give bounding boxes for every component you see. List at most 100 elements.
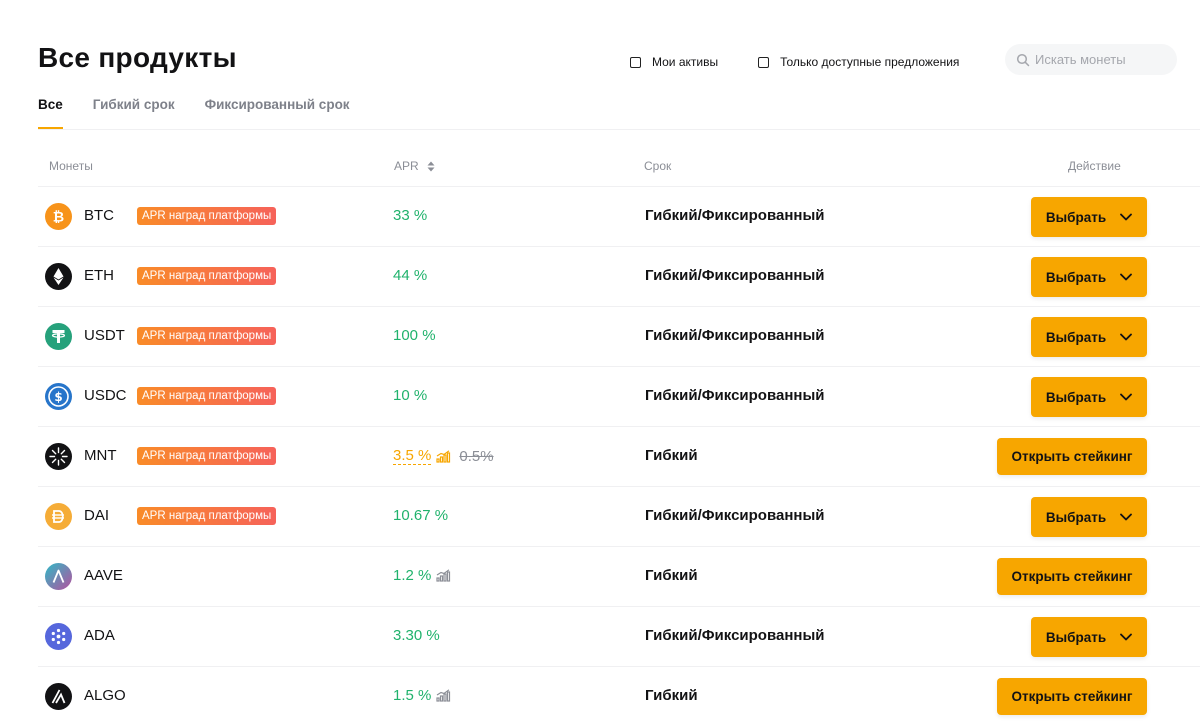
- trend-chart-icon[interactable]: [431, 449, 451, 463]
- term-value: Гибкий/Фиксированный: [645, 207, 825, 224]
- apr-cell: 1.5 %: [393, 687, 451, 704]
- select-button[interactable]: Выбрать: [1031, 377, 1147, 417]
- chevron-down-icon: [1120, 333, 1133, 341]
- coin-name: DAI: [84, 507, 110, 524]
- select-button[interactable]: Выбрать: [1031, 257, 1147, 297]
- table-header: Монеты APR Срок Действие: [0, 155, 1200, 177]
- eth-icon: [45, 263, 72, 290]
- apr-cell: 3.5 % 0.5%: [393, 447, 494, 465]
- term-value: Гибкий/Фиксированный: [645, 267, 825, 284]
- chevron-down-icon: [1120, 513, 1133, 521]
- select-button-label: Выбрать: [1045, 509, 1107, 525]
- mnt-icon: [45, 443, 72, 470]
- chevron-down-icon: [1120, 393, 1133, 401]
- coin-name: MNT: [84, 447, 117, 464]
- open-staking-button[interactable]: Открыть стейкинг: [997, 558, 1147, 595]
- filter-my-assets[interactable]: Мои активы: [630, 55, 718, 69]
- svg-text:$: $: [54, 390, 62, 404]
- page-title: Все продукты: [38, 42, 237, 73]
- select-button[interactable]: Выбрать: [1031, 317, 1147, 357]
- apr-value: 44 %: [393, 267, 428, 284]
- coin-name: ALGO: [84, 687, 126, 704]
- platform-apr-badge: APR наград платформы: [137, 387, 277, 405]
- tab-all[interactable]: Все: [38, 97, 63, 129]
- header-action: Действие: [1068, 159, 1121, 173]
- select-button-label: Выбрать: [1045, 629, 1107, 645]
- btc-icon: ₿: [45, 203, 72, 230]
- chevron-down-icon: [1120, 633, 1133, 641]
- term-value: Гибкий: [645, 687, 698, 704]
- term-value: Гибкий/Фиксированный: [645, 627, 825, 644]
- svg-text:₿: ₿: [53, 210, 64, 226]
- apr-cell: 33 %: [393, 207, 427, 224]
- search-input[interactable]: [1035, 52, 1175, 67]
- platform-apr-badge: APR наград платформы: [137, 327, 277, 345]
- filter-available-offers-label: Только доступные предложения: [780, 55, 960, 69]
- filters: Мои активы Только доступные предложения: [630, 46, 959, 78]
- term-value: Гибкий/Фиксированный: [645, 507, 825, 524]
- term-value: Гибкий: [645, 567, 698, 584]
- algo-icon: [45, 683, 72, 710]
- select-button-label: Выбрать: [1045, 389, 1107, 405]
- apr-cell: 44 %: [393, 267, 427, 284]
- filter-available-offers[interactable]: Только доступные предложения: [758, 55, 959, 69]
- apr-value: 100 %: [393, 327, 436, 344]
- platform-apr-badge: APR наград платформы: [137, 507, 277, 525]
- term-value: Гибкий: [645, 447, 698, 464]
- filter-my-assets-label: Мои активы: [652, 55, 719, 69]
- select-button[interactable]: Выбрать: [1031, 497, 1147, 537]
- coin-name: BTC: [84, 207, 114, 224]
- header-coins: Монеты: [49, 159, 93, 173]
- dai-icon: [45, 503, 72, 530]
- apr-value: 10 %: [393, 387, 428, 404]
- table-row: AAVE 1.2 % Гибкий Открыть стейкинг: [38, 546, 1200, 606]
- select-button-label: Выбрать: [1045, 329, 1107, 345]
- open-staking-button[interactable]: Открыть стейкинг: [997, 438, 1147, 475]
- table-row: DAI APR наград платформы 10.67 % Гибкий/Фик…: [38, 486, 1200, 546]
- header-apr[interactable]: APR: [394, 159, 435, 173]
- select-button[interactable]: Выбрать: [1031, 617, 1147, 657]
- table-row: ETH APR наград платформы 44 % Гибкий/Фиксир…: [38, 246, 1200, 306]
- usdc-icon: $: [45, 383, 72, 410]
- trend-chart-icon[interactable]: [431, 689, 451, 702]
- term-value: Гибкий/Фиксированный: [645, 387, 825, 404]
- header-apr-label: APR: [394, 159, 419, 173]
- products-table: ₿ BTC APR наград платформы 33 % Гибкий/Фикси…: [38, 186, 1200, 726]
- apr-value: 1.5 %: [393, 687, 432, 704]
- open-staking-button[interactable]: Открыть стейкинг: [997, 678, 1147, 715]
- coin-name: USDC: [84, 387, 127, 404]
- apr-cell: 10 %: [393, 387, 427, 404]
- table-row: ₿ BTC APR наград платформы 33 % Гибкий/Фикси…: [38, 186, 1200, 246]
- table-row: $ USDC APR наград платформы 10 % Гибкий/Фикс…: [38, 366, 1200, 426]
- apr-cell: 100 %: [393, 327, 436, 344]
- apr-value: 10.67 %: [393, 507, 449, 524]
- table-row: ADA 3.30 % Гибкий/Фиксированный Выбрать: [38, 606, 1200, 666]
- term-value: Гибкий/Фиксированный: [645, 327, 825, 344]
- sort-icon[interactable]: [427, 161, 435, 172]
- search-box[interactable]: [1005, 44, 1177, 75]
- trend-chart-icon[interactable]: [431, 569, 451, 582]
- apr-cell: 10.67 %: [393, 507, 448, 524]
- apr-value: 3.30 %: [393, 627, 440, 644]
- table-row: MNT APR наград платформы 3.5 % 0.5% Гибкий От…: [38, 426, 1200, 486]
- tab-fixed[interactable]: Фиксированный срок: [205, 97, 350, 129]
- aave-icon: [45, 563, 72, 590]
- apr-value: 33 %: [393, 207, 428, 224]
- coin-name: USDT: [84, 327, 125, 344]
- select-button-label: Выбрать: [1045, 269, 1107, 285]
- coin-name: ADA: [84, 627, 115, 644]
- apr-old-value: 0.5%: [459, 447, 494, 465]
- select-button[interactable]: Выбрать: [1031, 197, 1147, 237]
- usdt-icon: [45, 323, 72, 350]
- apr-cell: 3.30 %: [393, 627, 440, 644]
- tabs-divider: [38, 129, 1200, 130]
- tab-flexible[interactable]: Гибкий срок: [93, 97, 175, 129]
- table-row: ALGO 1.5 % Гибкий Открыть стейкинг: [38, 666, 1200, 726]
- chevron-down-icon: [1120, 273, 1133, 281]
- available-offers-checkbox[interactable]: [758, 56, 770, 68]
- select-button-label: Выбрать: [1045, 209, 1107, 225]
- coin-name: AAVE: [84, 567, 123, 584]
- product-tabs: Все Гибкий срок Фиксированный срок: [38, 97, 350, 129]
- apr-value: 1.2 %: [393, 567, 432, 584]
- my-assets-checkbox[interactable]: [630, 56, 641, 68]
